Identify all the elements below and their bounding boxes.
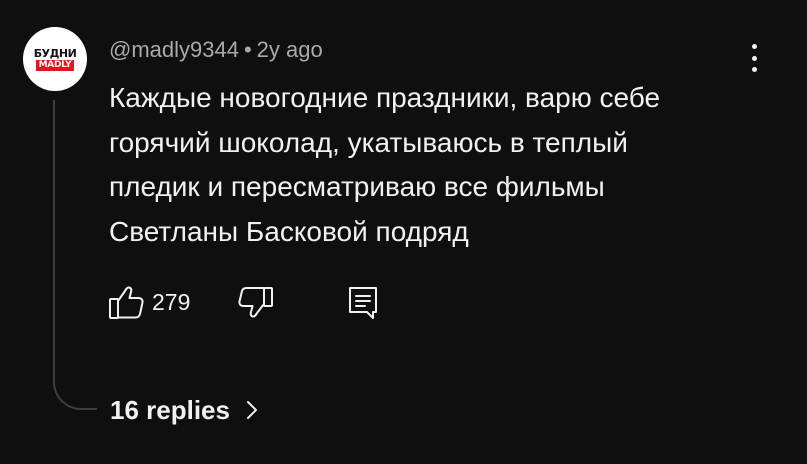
replies-count-label: 16 replies	[110, 395, 230, 425]
like-count: 279	[152, 289, 191, 315]
more-vertical-icon	[751, 44, 757, 49]
thumbs-up-icon	[109, 286, 144, 319]
comment-text-line: Светланы Басковой подряд	[109, 215, 469, 247]
comment-icon	[349, 287, 377, 319]
comment-text-line: пледик и пересматриваю все фильмы	[109, 171, 605, 202]
avatar[interactable]: БУДНИ MADLY	[23, 27, 87, 91]
more-options-button[interactable]	[740, 40, 768, 76]
more-vertical-icon-dot	[751, 67, 757, 72]
view-replies-button[interactable]: 16 replies	[110, 393, 260, 427]
thread-connector-line	[53, 100, 97, 410]
reply-button[interactable]	[343, 282, 383, 322]
comment-text-line: Каждые новогодние праздники, варю себе	[109, 82, 661, 113]
comment-timestamp: 2y ago	[256, 37, 323, 62]
avatar-logo-bottom: MADLY	[35, 59, 75, 71]
comment-text: Каждые новогодние праздники, варю себе г…	[109, 76, 769, 254]
comment-thread: БУДНИ MADLY @madly9344 • 2y ago Каждые нов…	[0, 0, 807, 464]
dislike-button[interactable]	[235, 282, 275, 322]
comment-text-line: горячий шоколад, укатываюсь в теплый	[109, 126, 628, 158]
chevron-right-icon	[246, 401, 257, 419]
author-handle[interactable]: @madly9344	[109, 37, 239, 62]
comment-header: @madly9344 • 2y ago	[109, 36, 323, 64]
thumbs-down-icon	[238, 287, 273, 318]
avatar-logo-top: БУДНИ	[33, 46, 77, 60]
more-vertical-icon-dot	[751, 55, 757, 61]
like-button[interactable]	[107, 282, 147, 322]
separator-dot: •	[243, 37, 252, 62]
